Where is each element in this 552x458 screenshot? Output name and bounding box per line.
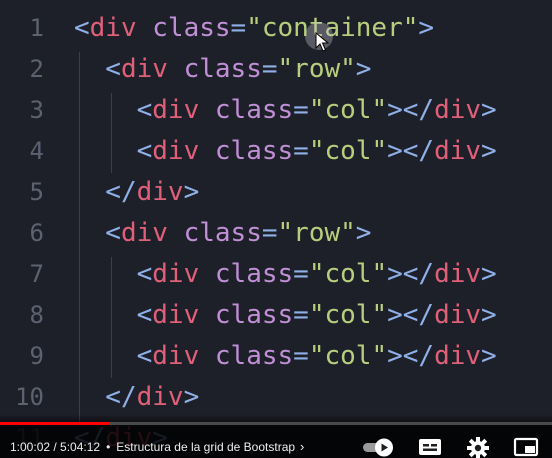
code-token: =	[293, 300, 309, 330]
code-token: "row"	[277, 218, 356, 248]
line-number: 6	[29, 219, 44, 247]
code-text: <div class="col"></div>	[74, 91, 497, 129]
video-frame[interactable]: 1 <div class="container"> 2 <div class="ro…	[0, 0, 552, 458]
code-text: <div class="col"></div>	[74, 296, 497, 334]
progress-bar[interactable]	[0, 422, 552, 425]
code-text: </div>	[74, 378, 199, 416]
code-text: <div class="col"></div>	[74, 255, 497, 293]
code-token: >	[481, 259, 497, 289]
code-token: =	[293, 136, 309, 166]
code-token: >	[183, 177, 200, 207]
code-token: class	[167, 54, 262, 84]
code-text: <div class="row">	[74, 214, 371, 252]
miniplayer-icon[interactable]	[513, 436, 539, 458]
code-token: div	[120, 218, 168, 248]
code-token: >	[418, 13, 435, 43]
code-token: "col"	[308, 259, 388, 289]
code-token: class	[199, 136, 294, 166]
chapter-title[interactable]: Estructura de la grid de Bootstrap	[116, 437, 295, 457]
code-token: >	[355, 218, 372, 248]
code-token: <	[74, 300, 153, 330]
code-token: =	[293, 259, 309, 289]
code-token: ></	[387, 341, 435, 371]
code-token: ></	[387, 95, 435, 125]
line-number: 3	[29, 96, 44, 124]
code-token: div	[120, 54, 168, 84]
line-number: 1	[29, 14, 44, 42]
code-token: <	[74, 54, 121, 84]
code-token: div	[136, 177, 184, 207]
line-number: 2	[29, 55, 44, 83]
code-token: "col"	[308, 341, 388, 371]
code-token: <	[74, 13, 90, 43]
code-token: class	[199, 259, 294, 289]
code-token: div	[152, 136, 200, 166]
code-token: ></	[387, 136, 435, 166]
line-number: 10	[15, 383, 44, 411]
indent-guide	[111, 257, 112, 378]
line-number: 9	[29, 342, 44, 370]
code-token: div	[152, 300, 200, 330]
code-token: class	[199, 300, 294, 330]
code-token: =	[261, 218, 278, 248]
line-number: 7	[29, 260, 44, 288]
code-token: div	[434, 136, 482, 166]
code-token: div	[434, 300, 482, 330]
code-token: div	[434, 259, 482, 289]
code-token: </	[74, 382, 137, 412]
code-text: </div>	[74, 173, 199, 211]
code-token: </	[74, 177, 137, 207]
code-token: =	[230, 13, 247, 43]
code-token: <	[74, 218, 121, 248]
code-token: class	[136, 13, 231, 43]
time-readout: 1:00:02 / 5:04:12	[10, 440, 101, 454]
line-number: 8	[29, 301, 44, 329]
code-token: class	[167, 218, 262, 248]
code-token: >	[481, 95, 497, 125]
time-display: 1:00:02 / 5:04:12 • Estructura de la grid …	[10, 437, 304, 457]
code-token: "row"	[277, 54, 356, 84]
code-token: ></	[387, 300, 435, 330]
code-token: "col"	[308, 300, 388, 330]
code-token: <	[74, 95, 153, 125]
code-text: <div class="col"></div>	[74, 337, 497, 375]
code-token: ></	[387, 259, 435, 289]
code-token: class	[199, 95, 294, 125]
code-token: div	[434, 95, 482, 125]
code-token: <	[74, 136, 153, 166]
code-token: div	[152, 259, 200, 289]
code-token: =	[293, 95, 309, 125]
code-token: =	[261, 54, 278, 84]
code-token: div	[152, 341, 200, 371]
captions-icon[interactable]	[417, 436, 443, 458]
code-token: >	[183, 382, 200, 412]
indent-guide	[79, 52, 80, 422]
code-token: div	[434, 341, 482, 371]
code-text: <div class="col"></div>	[74, 132, 497, 170]
code-token: >	[481, 136, 497, 166]
code-token: >	[355, 54, 372, 84]
code-text: <div class="container">	[74, 9, 434, 47]
code-token: class	[199, 341, 294, 371]
line-number: 4	[29, 137, 44, 165]
progress-played	[0, 422, 109, 425]
code-token: <	[74, 341, 153, 371]
code-text: <div class="row">	[74, 50, 371, 88]
separator-dot: •	[106, 440, 111, 454]
code-token: "col"	[308, 136, 388, 166]
autoplay-toggle-icon[interactable]	[362, 436, 396, 458]
code-token: <	[74, 259, 153, 289]
code-token: >	[481, 341, 497, 371]
code-token: div	[136, 382, 184, 412]
indent-guide	[111, 93, 112, 173]
code-token: div	[89, 13, 137, 43]
code-token: "col"	[308, 95, 388, 125]
chapter-chevron-icon[interactable]: ›	[300, 437, 304, 457]
code-token: =	[293, 341, 309, 371]
code-editor: 1 <div class="container"> 2 <div class="ro…	[0, 0, 552, 458]
settings-gear-icon[interactable]	[466, 436, 490, 458]
code-token: div	[152, 95, 200, 125]
code-token: >	[481, 300, 497, 330]
line-number: 5	[29, 178, 44, 206]
